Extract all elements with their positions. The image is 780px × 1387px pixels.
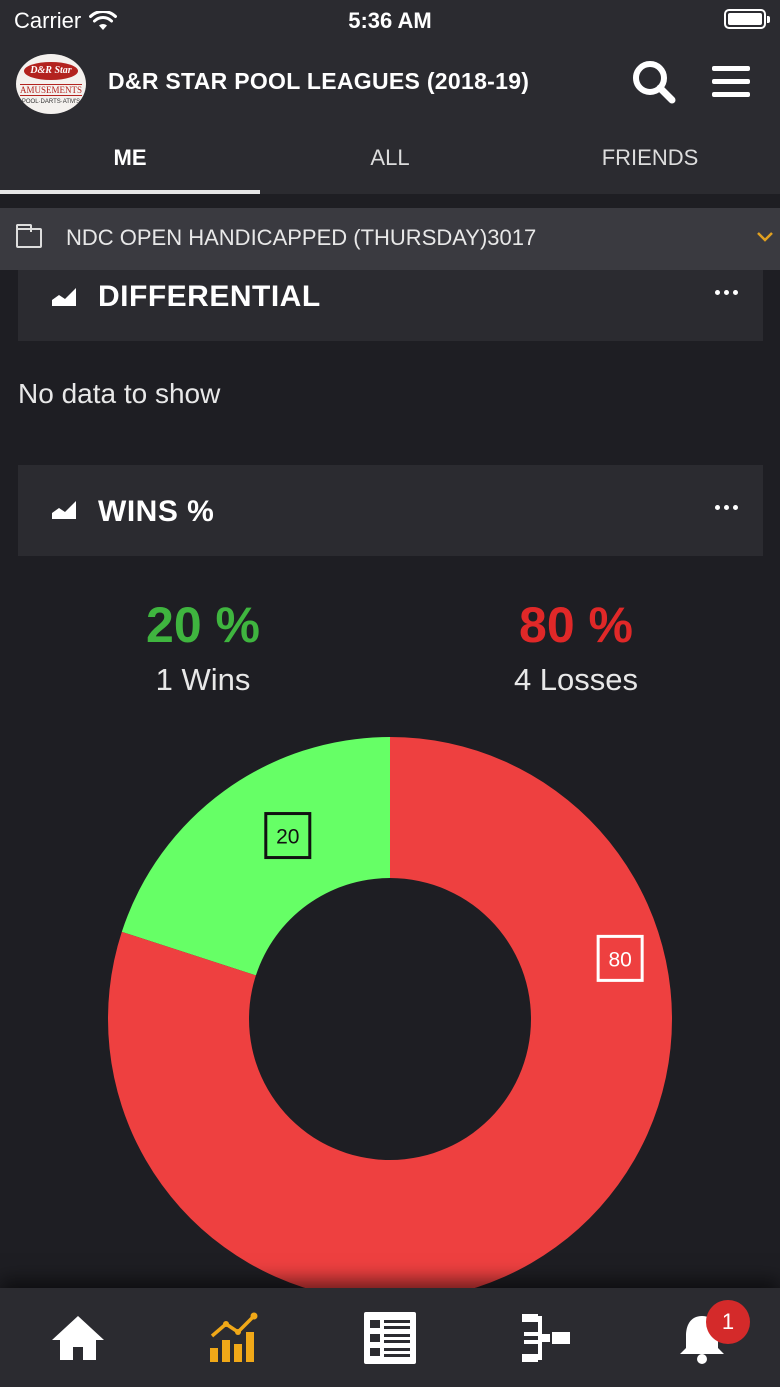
- logo-subtitle: AMUSEMENTS: [20, 84, 83, 96]
- league-logo[interactable]: D&R Star AMUSEMENTS POOL·DARTS·ATM'S: [16, 54, 86, 114]
- area-chart-icon: [52, 288, 76, 306]
- area-chart-icon: [52, 501, 76, 519]
- differential-empty-message: No data to show: [18, 378, 221, 409]
- app-title: D&R STAR POOL LEAGUES (2018-19): [108, 68, 530, 94]
- stats-chart-icon: [210, 1312, 258, 1362]
- nav-bracket[interactable]: [516, 1310, 576, 1366]
- wins-stat: 20 % 1 Wins: [73, 596, 333, 698]
- nav-stats[interactable]: [204, 1310, 264, 1366]
- wins-donut-chart: 2080: [108, 737, 672, 1288]
- logo-tagline: POOL·DARTS·ATM'S: [21, 99, 81, 105]
- bottom-navigation: [0, 1288, 780, 1387]
- view-tabs: ME ALL FRIENDS: [0, 124, 780, 194]
- losses-stat: 80 % 4 Losses: [446, 596, 706, 698]
- nav-standings[interactable]: [360, 1310, 420, 1366]
- svg-text:20: 20: [276, 826, 299, 849]
- donut-slice-wins: [121, 737, 390, 976]
- differential-card-header: DIFFERENTIAL: [18, 270, 763, 341]
- app-header: D&R Star AMUSEMENTS POOL·DARTS·ATM'S D&R…: [0, 40, 780, 124]
- wins-title: WINS %: [98, 495, 215, 528]
- wins-percentage: 20 %: [146, 597, 260, 653]
- logo-brand: D&R Star: [24, 62, 78, 80]
- losses-count: 4 Losses: [513, 662, 639, 697]
- more-options-icon[interactable]: [715, 505, 739, 511]
- home-icon: [52, 1316, 104, 1360]
- chevron-down-icon: [757, 232, 773, 242]
- tab-all[interactable]: ALL: [260, 124, 520, 194]
- wins-card-header: WINS %: [18, 465, 763, 556]
- losses-percentage: 80 %: [519, 597, 633, 653]
- league-selector-label: NDC OPEN HANDICAPPED (THURSDAY)3017: [66, 225, 537, 250]
- nav-home[interactable]: [48, 1310, 108, 1366]
- status-time: 5:36 AM: [348, 8, 432, 33]
- wins-count: 1 Wins: [155, 662, 251, 697]
- more-options-icon[interactable]: [715, 290, 739, 296]
- league-selector[interactable]: NDC OPEN HANDICAPPED (THURSDAY)3017: [0, 208, 780, 270]
- search-button[interactable]: [630, 58, 678, 106]
- battery-icon: [724, 9, 770, 29]
- bracket-icon: [522, 1314, 570, 1362]
- differential-title: DIFFERENTIAL: [98, 280, 321, 313]
- standings-list-icon: [364, 1312, 416, 1364]
- svg-text:80: 80: [608, 948, 631, 971]
- status-bar: Carrier 5:36 AM: [0, 0, 780, 40]
- search-icon: [633, 61, 676, 104]
- tab-me[interactable]: ME: [0, 124, 260, 194]
- hamburger-menu-icon[interactable]: [708, 62, 752, 102]
- tab-friends[interactable]: FRIENDS: [520, 124, 780, 194]
- folder-icon: [16, 224, 42, 248]
- notification-count-badge: 1: [706, 1300, 750, 1344]
